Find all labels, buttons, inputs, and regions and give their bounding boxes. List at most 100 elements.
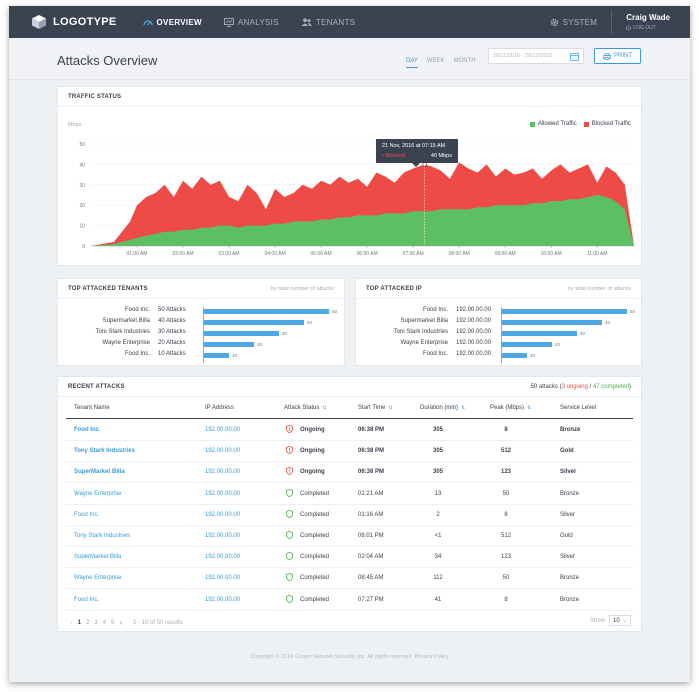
start-time: 06:38 PM [358,427,385,433]
table-row[interactable]: Food Inc. 192.00.00.00 Completed 01:16 AM 2 8… [66,505,633,526]
ip-bar-value: 20 [555,341,561,347]
tenant-count: 10 Attacks [158,351,186,357]
ip-link[interactable]: 192.00.00.00 [205,448,240,454]
monitor-chart-icon [223,17,234,27]
start-time: 01:21 AM [358,490,384,497]
nav-overview[interactable]: OVERVIEW [142,18,202,27]
ip-count: 192.00.00.00 [456,351,492,357]
tab-day[interactable]: DAY [406,58,418,68]
ip-link[interactable]: 192.00.00.00 [205,554,240,560]
ip-bar[interactable] [502,320,602,325]
tenant-bar[interactable] [204,342,254,347]
ip-link[interactable]: 192.00.00.00 [205,427,240,433]
sort-icon[interactable]: ⇅ [461,405,465,411]
print-button[interactable]: PRINT [594,48,641,64]
page-3[interactable]: 3 [94,620,97,626]
table-row[interactable]: SuperMarket Billa 192.00.00.00 Completed 02… [66,547,633,569]
col-tenant-name[interactable]: Tenant Name [74,405,110,411]
nav-analysis[interactable]: ANALYSIS [223,17,279,27]
ip-link[interactable]: 192.00.00.00 [205,533,240,539]
tenant-bar[interactable] [204,320,304,325]
table-row[interactable]: Food Inc. 192.00.00.00 Completed 07:27 PM 41… [66,590,633,611]
ip-bar-value: 10 [530,352,536,358]
tenant-link[interactable]: Wayne Enterprise [74,491,121,497]
page-5[interactable]: 5 [111,620,114,626]
tenant-bar[interactable] [204,353,229,358]
peak: 8 [504,427,508,433]
tab-week[interactable]: WEEK [427,58,445,68]
ip-bar[interactable] [502,309,627,314]
ip-link[interactable]: 192.00.00.00 [205,597,240,603]
sort-icon[interactable]: ⇅ [322,405,326,411]
table-row[interactable]: SuperMarket Billa 192.00.00.00 Ongoing 06:3… [66,462,633,484]
tenant-bar[interactable] [204,331,279,336]
ip-link[interactable]: 192.00.00.00 [205,512,240,518]
ip-name: Food Inc. [422,351,448,357]
calendar-icon[interactable] [570,52,579,61]
next-page-icon[interactable]: › [119,618,122,627]
table-row[interactable]: Tony Stark Industries 192.00.00.00 Complet… [66,526,633,547]
tenant-link[interactable]: Tony Stark Industries [74,533,130,539]
table-header: Tenant Name IP Address Attack Status ⇅ St… [66,405,633,419]
service-level: Silver [560,511,576,518]
page-1[interactable]: 1 [78,620,81,626]
page-4[interactable]: 4 [103,620,106,626]
ip-bar[interactable] [502,342,552,347]
table-row[interactable]: Tony Stark Industries 192.00.00.00 Ongoing… [66,441,633,463]
peak: 8 [504,596,508,603]
tenant-name: Toni Stark Industries [95,329,150,335]
ip-bar[interactable] [502,353,527,358]
table-row[interactable]: Wayne Enterprise 192.00.00.00 Completed 01:… [66,484,633,505]
col-ip-address[interactable]: IP Address [205,405,234,411]
x-tick-label: 06:00 AM [357,251,378,257]
table-row[interactable]: Food Inc. 192.00.00.00 Ongoing 06:38 PM 305 8… [66,420,633,441]
tenant-count: 30 Attacks [158,329,186,335]
date-range-input[interactable]: 28/11/2016 - 28/12/2016 [488,48,584,64]
ip-link[interactable]: 192.00.00.00 [205,575,240,581]
shield-check-icon [285,509,294,520]
prev-page-icon[interactable]: ‹ [70,618,73,627]
ip-name: Wayne Enterprise [400,340,448,346]
system-menu[interactable]: SYSTEM [550,18,598,27]
tenant-link[interactable]: Food Inc. [74,427,101,433]
tenant-bar[interactable] [204,309,329,314]
col-service-level[interactable]: Service Level [560,405,596,411]
service-level: Gold [560,533,573,539]
legend-blocked[interactable]: Blocked Traffic [583,121,631,127]
tenant-link[interactable]: Food Inc. [74,512,99,518]
ip-row: Food Inc. 192.00.00.00 10 [356,351,641,359]
ip-bar[interactable] [502,331,577,336]
sort-icon[interactable]: ⇅ [527,405,531,411]
summary-completed: 47 completed [592,383,629,390]
recent-attacks-panel: RECENT ATTACKS 50 attacks (3 ongoing / 4… [57,376,642,632]
tenant-row: Toni Stark Industries 30 Attacks 30 [58,329,344,337]
ip-link[interactable]: 192.00.00.00 [205,491,240,497]
table-row[interactable]: Wayne Enterprise 192.00.00.00 Completed 08:… [66,568,633,590]
page-2[interactable]: 2 [86,620,89,626]
duration: 2 [436,511,440,518]
shield-check-icon [285,530,294,541]
nav-tenants[interactable]: TENANTS [301,18,355,27]
col-start-time[interactable]: Start Time ⇅ [358,405,393,411]
col-start-label: Start Time [358,405,386,411]
ip-name: Supermarket Billa [400,318,448,324]
tenant-link[interactable]: SuperMarket Billa [74,469,125,475]
col-attack-status[interactable]: Attack Status ⇅ [284,405,327,411]
tenant-link[interactable]: Wayne Enterprise [74,575,121,581]
user-menu[interactable]: Craig Wade LOG OUT [612,13,690,31]
page-size-select[interactable]: 10 ⌄ [609,615,631,626]
duration: 34 [434,554,442,561]
x-tick-label: 09:00 AM [495,251,516,257]
ip-link[interactable]: 192.00.00.00 [205,469,240,475]
col-duration[interactable]: Duration (min) ⇅ [420,405,465,411]
tenant-link[interactable]: Food Inc. [74,597,99,603]
logo[interactable]: LOGOTYPE [31,14,117,30]
legend-allowed[interactable]: Allowed Traffic [529,121,577,127]
sort-icon[interactable]: ⇅ [388,405,392,411]
tenant-link[interactable]: Tony Stark Industries [74,448,135,454]
logout-link[interactable]: LOG OUT [626,25,670,31]
col-peak[interactable]: Peak (Mbps) ⇅ [490,405,531,411]
tenant-link[interactable]: SuperMarket Billa [74,554,121,560]
shield-alert-icon [285,424,294,435]
tab-month[interactable]: MONTH [454,58,476,68]
